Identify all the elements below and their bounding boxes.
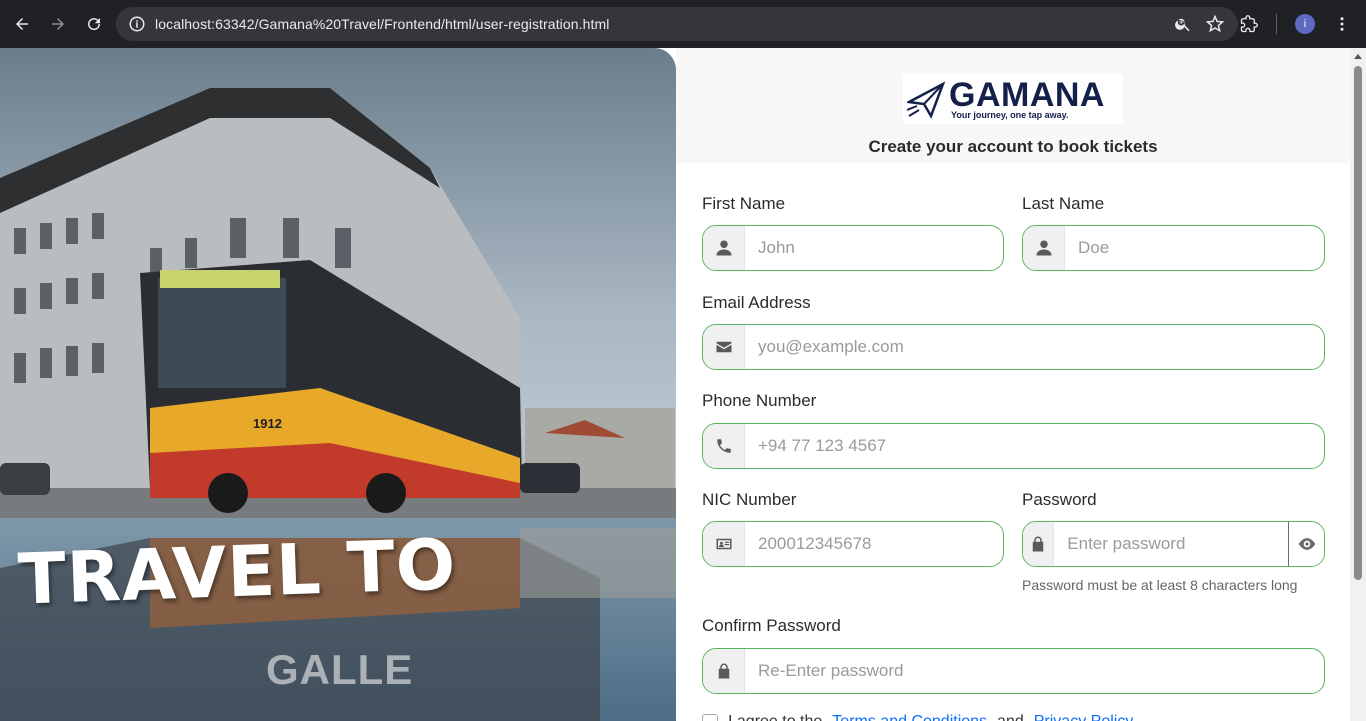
nic-label: NIC Number [702, 490, 797, 509]
password-group [1022, 521, 1325, 567]
first-name-label: First Name [702, 194, 786, 213]
hero-image-panel: 1912 TRAVEL TO GALLE [0, 48, 676, 721]
url-text: localhost:63342/Gamana%20Travel/Frontend… [155, 16, 610, 32]
brand-tagline: Your journey, one tap away. [951, 110, 1069, 120]
browser-toolbar: localhost:63342/Gamana%20Travel/Frontend… [0, 0, 1366, 48]
terms-and: and [997, 713, 1024, 721]
terms-prefix: I agree to the [728, 713, 822, 721]
toggle-password-button[interactable] [1288, 522, 1324, 566]
hero-headline: TRAVEL TO [16, 523, 458, 621]
user-icon [1036, 240, 1051, 256]
phone-addon [703, 424, 745, 468]
confirm-password-input[interactable] [745, 649, 1324, 693]
terms-link[interactable]: Terms and Conditions [832, 713, 987, 721]
phone-input[interactable] [745, 424, 1324, 468]
user-icon [716, 240, 731, 256]
email-group [702, 324, 1325, 370]
last-name-group [1022, 225, 1325, 271]
paper-plane-icon [907, 81, 945, 119]
site-info-icon[interactable] [128, 15, 146, 33]
first-name-input[interactable] [745, 226, 1003, 270]
reload-button[interactable] [76, 6, 112, 42]
form-header: GAMANA Your journey, one tap away. Creat… [676, 48, 1350, 163]
password-hint: Password must be at least 8 characters l… [1022, 577, 1298, 593]
scrollbar-thumb[interactable] [1354, 66, 1362, 580]
password-input[interactable] [1054, 522, 1289, 566]
reload-icon [88, 18, 101, 31]
confirm-password-group [702, 648, 1325, 694]
lock-icon [718, 663, 729, 679]
terms-checkbox[interactable] [702, 714, 718, 721]
zoom-icon[interactable] [1174, 15, 1192, 33]
email-addon [703, 325, 745, 369]
email-input[interactable] [745, 325, 1324, 369]
first-name-group [702, 225, 1004, 271]
back-arrow-icon [16, 18, 28, 30]
page-scrollbar[interactable] [1350, 48, 1366, 721]
envelope-icon [716, 341, 731, 353]
confirm-password-label: Confirm Password [702, 616, 841, 635]
nic-input[interactable] [745, 522, 1003, 566]
city-bus-photo: 1912 [0, 48, 676, 721]
forward-button[interactable] [40, 6, 76, 42]
menu-dots-icon[interactable] [1333, 15, 1351, 33]
last-name-input[interactable] [1065, 226, 1324, 270]
scroll-up-arrow-icon[interactable] [1354, 54, 1362, 59]
privacy-link[interactable]: Privacy Policy [1034, 713, 1134, 721]
phone-icon [716, 439, 731, 453]
profile-avatar[interactable]: i [1295, 14, 1315, 34]
password-addon [1023, 522, 1055, 566]
phone-group [702, 423, 1325, 469]
first-name-addon [703, 226, 745, 270]
forward-arrow-icon [52, 18, 64, 30]
confirm-password-addon [703, 649, 745, 693]
gamana-logo: GAMANA Your journey, one tap away. [903, 74, 1123, 124]
nic-group [702, 521, 1004, 567]
registration-panel: GAMANA Your journey, one tap away. Creat… [676, 48, 1350, 721]
email-label: Email Address [702, 293, 811, 312]
id-card-icon [716, 538, 731, 550]
lock-icon [1032, 536, 1044, 552]
last-name-label: Last Name [1022, 194, 1105, 213]
terms-row: I agree to the Terms and Conditions and … [702, 713, 1133, 721]
address-bar[interactable]: localhost:63342/Gamana%20Travel/Frontend… [116, 7, 1238, 41]
bus-number: 1912 [253, 416, 282, 431]
phone-label: Phone Number [702, 391, 817, 410]
hero-destination: GALLE [266, 646, 414, 693]
password-label: Password [1022, 490, 1097, 509]
back-button[interactable] [4, 6, 40, 42]
eye-icon [1298, 538, 1315, 550]
extensions-icon[interactable] [1240, 15, 1258, 33]
bookmark-star-icon[interactable] [1206, 15, 1224, 33]
toolbar-divider [1276, 14, 1277, 34]
form-subtitle: Create your account to book tickets [868, 137, 1158, 156]
last-name-addon [1023, 226, 1065, 270]
nic-addon [703, 522, 745, 566]
